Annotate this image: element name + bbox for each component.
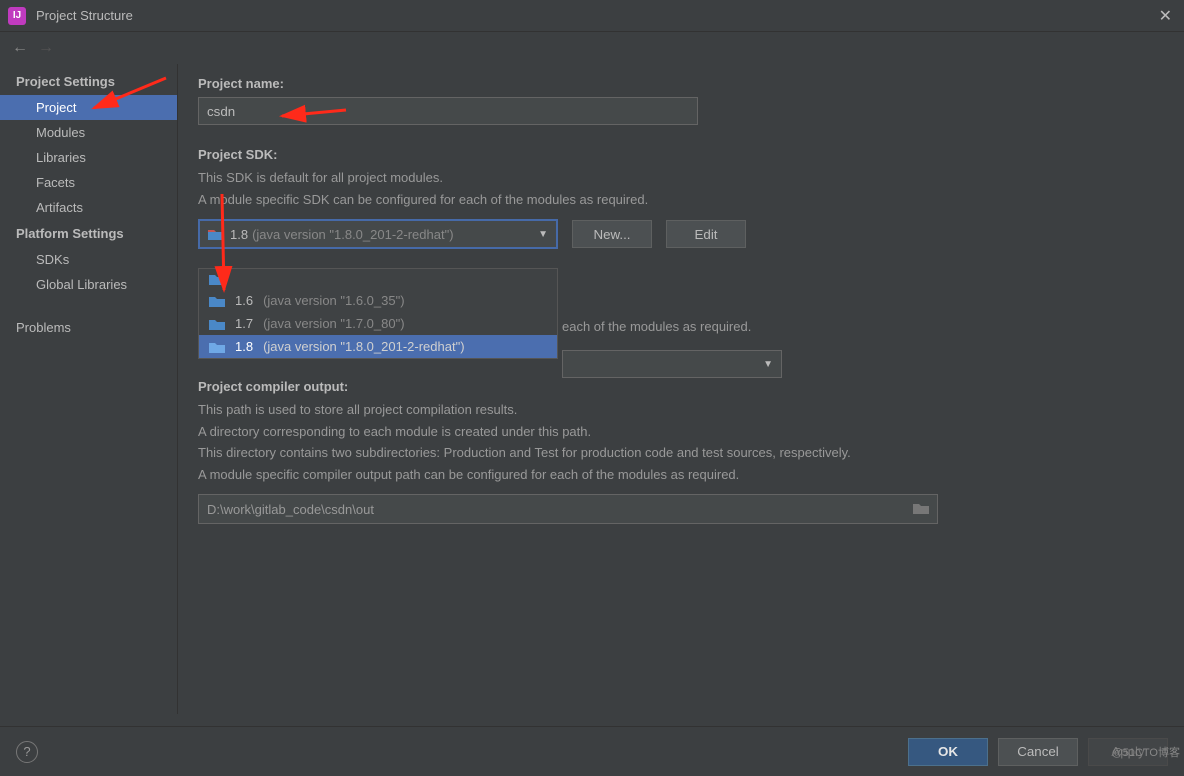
new-sdk-button[interactable]: New... xyxy=(572,220,652,248)
nav-row: ← → xyxy=(0,32,1184,64)
language-level-combo[interactable]: ▼ xyxy=(562,350,782,378)
project-sdk-label: Project SDK: xyxy=(198,147,1160,162)
project-name-label: Project name: xyxy=(198,76,1160,91)
sdk-dropdown-item[interactable] xyxy=(199,269,557,289)
sidebar: Project Settings Project Modules Librari… xyxy=(0,64,178,714)
folder-icon xyxy=(208,228,224,240)
folder-icon xyxy=(209,273,225,285)
output-path-text: D:\work\gitlab_code\csdn\out xyxy=(207,502,374,517)
sdk-dropdown-item[interactable]: 1.7 (java version "1.7.0_80") xyxy=(199,312,557,335)
app-icon: IJ xyxy=(8,7,26,25)
sdk-option-label: 1.8 xyxy=(235,339,253,354)
compiler-desc-1: This path is used to store all project c… xyxy=(198,400,1160,420)
sidebar-item-modules[interactable]: Modules xyxy=(0,120,177,145)
sidebar-item-global-libraries[interactable]: Global Libraries xyxy=(0,272,177,297)
sdk-option-label: 1.6 xyxy=(235,293,253,308)
compiler-output-input[interactable]: D:\work\gitlab_code\csdn\out xyxy=(198,494,938,524)
sdk-option-version: (java version "1.6.0_35") xyxy=(263,293,404,308)
sidebar-heading-platform-settings: Platform Settings xyxy=(0,220,177,247)
content-pane: Project name: Project SDK: This SDK is d… xyxy=(178,64,1184,714)
ok-button[interactable]: OK xyxy=(908,738,988,766)
titlebar: IJ Project Structure ✕ xyxy=(0,0,1184,32)
sdk-combo-ver: (java version "1.8.0_201-2-redhat") xyxy=(252,227,453,242)
sdk-option-version: (java version "1.7.0_80") xyxy=(263,316,404,331)
chevron-down-icon: ▼ xyxy=(763,359,773,370)
folder-icon xyxy=(209,341,225,353)
sidebar-item-project[interactable]: Project xyxy=(0,95,177,120)
folder-icon xyxy=(209,318,225,330)
compiler-desc-2: A directory corresponding to each module… xyxy=(198,422,1160,442)
sidebar-item-artifacts[interactable]: Artifacts xyxy=(0,195,177,220)
sdk-dropdown-item[interactable]: 1.8 (java version "1.8.0_201-2-redhat") xyxy=(199,335,557,358)
sidebar-item-sdks[interactable]: SDKs xyxy=(0,247,177,272)
back-icon[interactable]: ← xyxy=(12,39,28,57)
sidebar-item-facets[interactable]: Facets xyxy=(0,170,177,195)
dialog-footer: ? OK Cancel Apply xyxy=(0,726,1184,776)
sdk-option-version: (java version "1.8.0_201-2-redhat") xyxy=(263,339,464,354)
sdk-desc-2: A module specific SDK can be configured … xyxy=(198,190,1160,210)
sidebar-item-libraries[interactable]: Libraries xyxy=(0,145,177,170)
compiler-output-label: Project compiler output: xyxy=(198,379,1160,394)
help-icon[interactable]: ? xyxy=(16,741,38,763)
sdk-option-label: 1.7 xyxy=(235,316,253,331)
edit-sdk-button[interactable]: Edit xyxy=(666,220,746,248)
sidebar-item-problems[interactable]: Problems xyxy=(0,315,177,340)
cancel-button[interactable]: Cancel xyxy=(998,738,1078,766)
sdk-dropdown-item[interactable]: 1.6 (java version "1.6.0_35") xyxy=(199,289,557,312)
chevron-down-icon: ▼ xyxy=(538,229,548,240)
close-icon[interactable]: ✕ xyxy=(1159,6,1172,26)
sidebar-heading-project-settings: Project Settings xyxy=(0,68,177,95)
folder-icon xyxy=(209,295,225,307)
lang-desc-trail: each of the modules as required. xyxy=(562,319,751,334)
compiler-desc-3: This directory contains two subdirectori… xyxy=(198,443,1160,463)
sdk-dropdown[interactable]: 1.6 (java version "1.6.0_35")1.7 (java v… xyxy=(198,268,558,359)
compiler-desc-4: A module specific compiler output path c… xyxy=(198,465,1160,485)
forward-icon[interactable]: → xyxy=(38,39,54,57)
watermark: @51CTO博客 xyxy=(1112,744,1180,760)
sdk-combo[interactable]: 1.8 (java version "1.8.0_201-2-redhat") … xyxy=(198,219,558,249)
browse-folder-icon[interactable] xyxy=(913,502,929,517)
sdk-combo-main: 1.8 xyxy=(230,227,248,242)
window-title: Project Structure xyxy=(36,8,133,23)
project-name-input[interactable] xyxy=(198,97,698,125)
sdk-desc-1: This SDK is default for all project modu… xyxy=(198,168,1160,188)
